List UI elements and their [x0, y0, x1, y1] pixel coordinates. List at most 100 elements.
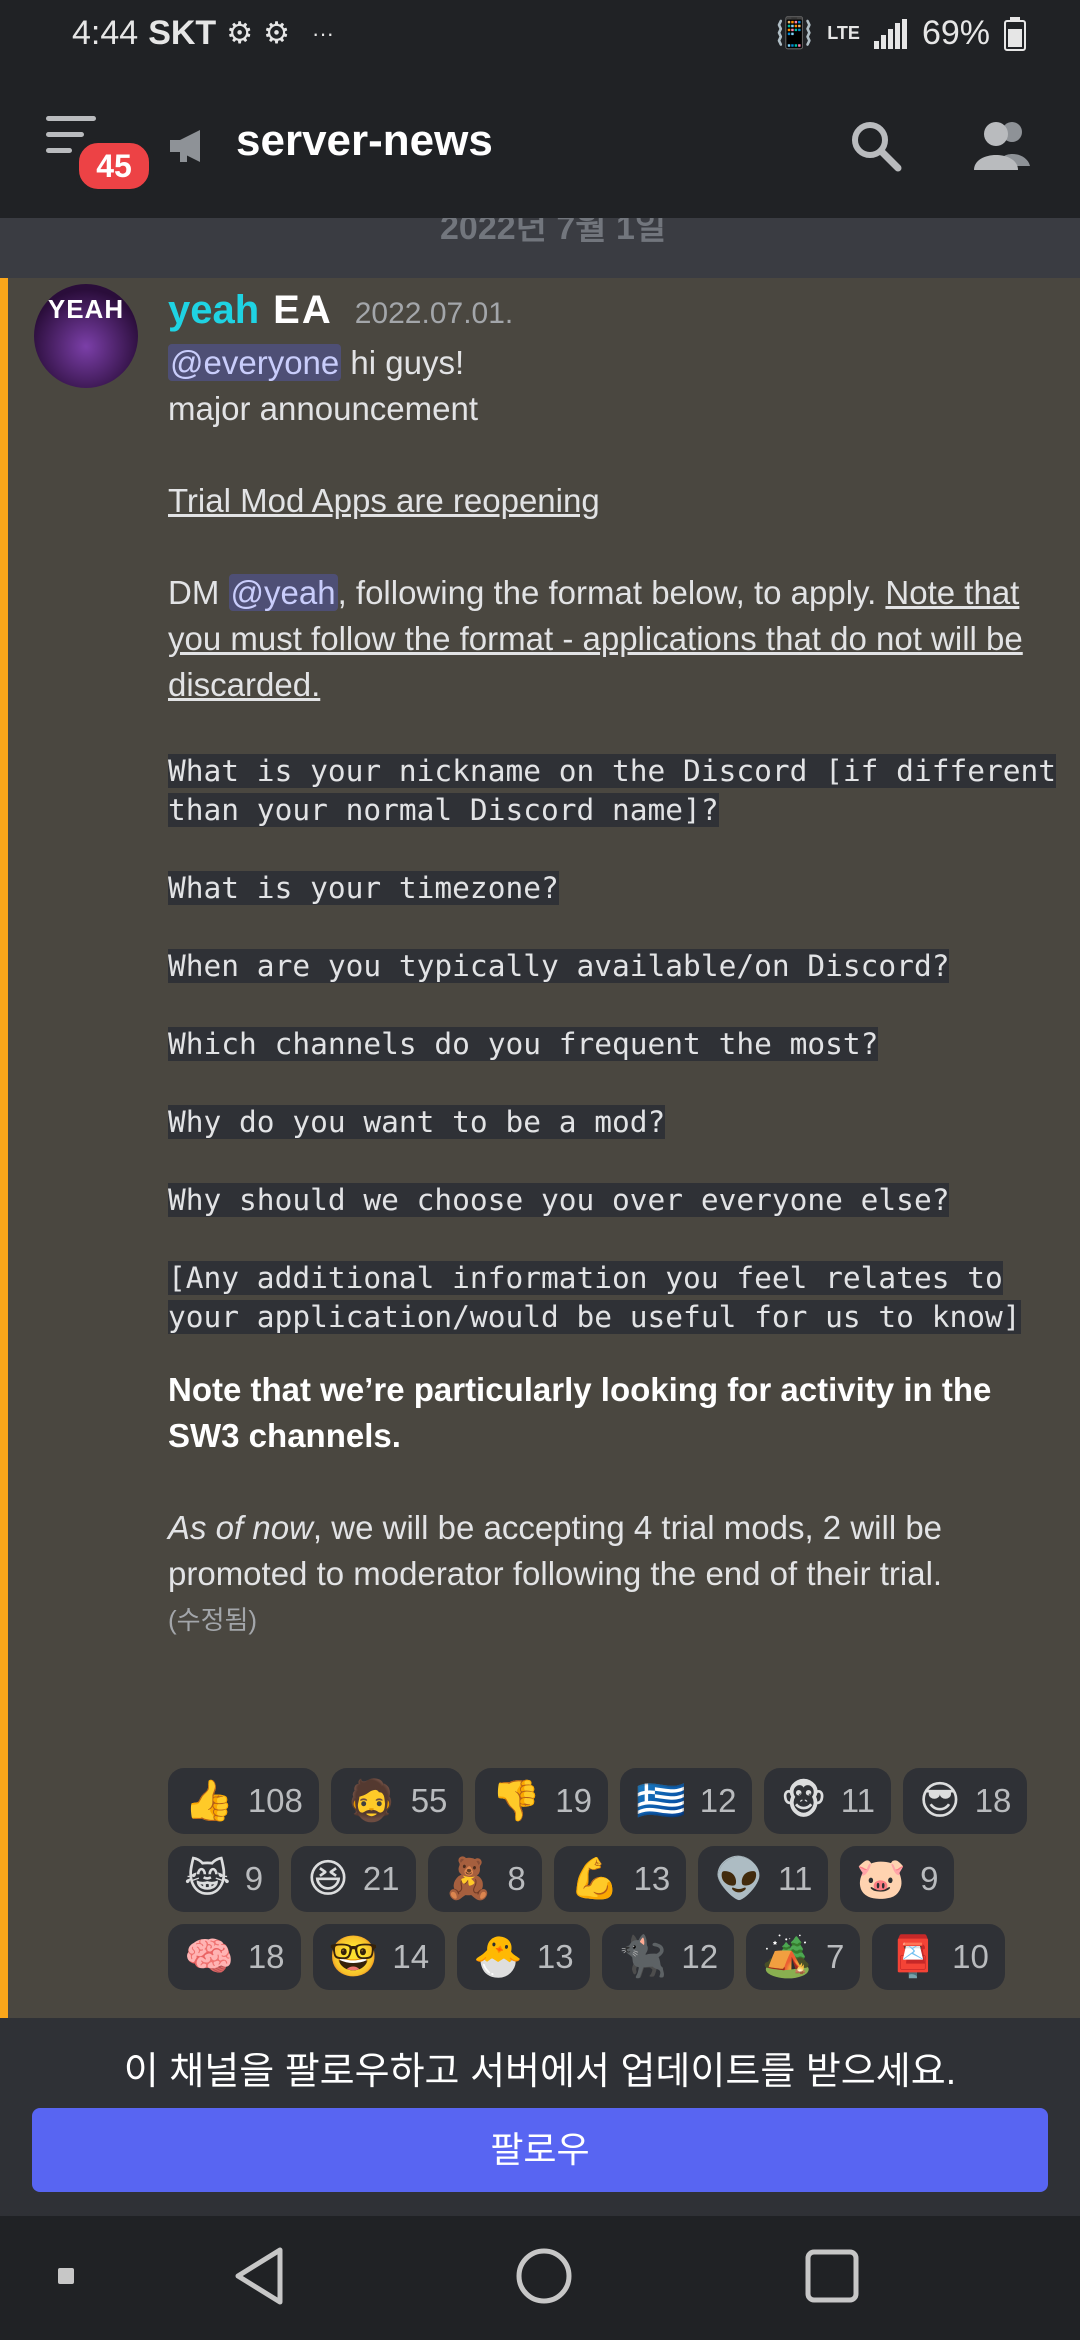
- channel-title[interactable]: server-news: [236, 116, 493, 166]
- reaction-count: 7: [825, 1938, 845, 1975]
- reaction-count: 11: [778, 1860, 813, 1897]
- reaction-count: 19: [555, 1782, 592, 1819]
- dm-instructions: DM @yeah, following the format below, to…: [168, 570, 1058, 708]
- reaction-emoji: 🐷: [856, 1857, 907, 1901]
- question-code-block: What is your nickname on the Discord [if…: [168, 752, 1058, 1337]
- reaction-row: 😹 9 😆 21 🧸 8 💪 13 👽 11 🐷 9: [168, 1846, 1068, 1912]
- reaction-emoji: 📮: [888, 1935, 939, 1979]
- announcement-heading: Trial Mod Apps are reopening: [168, 482, 600, 519]
- app-header: 45 server-news: [0, 68, 1080, 218]
- date-divider: 2022년 7월 1일: [0, 218, 1080, 278]
- reaction-count: 18: [974, 1782, 1012, 1819]
- reaction[interactable]: 💪 13: [553, 1846, 687, 1912]
- closing-lead: As of now: [168, 1509, 313, 1546]
- reaction[interactable]: 🧸 8: [427, 1846, 542, 1912]
- reaction-emoji: 👍: [184, 1779, 234, 1823]
- greeting-text: hi guys!: [341, 344, 465, 381]
- reaction-row: 👍 108 🧔 55 👎 19 🇬🇷 12 🐵 11 😎 18: [168, 1768, 1068, 1834]
- message-header: yeah EA 2022.07.01.: [168, 288, 513, 333]
- reaction-count: 21: [362, 1860, 400, 1897]
- reaction-emoji: 👎: [491, 1779, 542, 1823]
- reaction[interactable]: 👎 19: [475, 1768, 608, 1834]
- reaction-count: 10: [952, 1938, 989, 1975]
- follow-prompt: 이 채널을 팔로우하고 서버에서 업데이트를 받으세요.: [123, 2051, 957, 2093]
- search-icon[interactable]: [848, 118, 904, 174]
- reaction-count: 12: [699, 1782, 737, 1819]
- everyone-mention[interactable]: @everyone: [168, 344, 342, 381]
- user-mention[interactable]: @yeah: [228, 574, 338, 611]
- dm-text: , following the format below, to apply.: [337, 574, 886, 611]
- reaction[interactable]: 🐈‍⬛ 12: [601, 1924, 735, 1990]
- edited-label: (수정됨): [168, 1605, 258, 1635]
- question-line: Why should we choose you over everyone e…: [168, 1183, 950, 1217]
- question-line: What is your nickname on the Discord [if…: [168, 754, 1057, 827]
- reaction[interactable]: 🧠 18: [168, 1924, 301, 1990]
- reaction-emoji: 🐣: [473, 1935, 523, 1979]
- vibrate-icon: 📳: [775, 17, 814, 50]
- question-line: Why do you want to be a mod?: [168, 1105, 666, 1139]
- reaction-count: 11: [840, 1782, 875, 1819]
- nav-dot-icon: [58, 2268, 74, 2284]
- author-name[interactable]: yeah: [168, 288, 259, 333]
- reaction[interactable]: 📮 10: [872, 1924, 1005, 1990]
- question-line: When are you typically available/on Disc…: [168, 949, 950, 983]
- system-nav-bar: [0, 2216, 1080, 2340]
- reaction[interactable]: 😹 9: [168, 1846, 280, 1912]
- reactions: 👍 108 🧔 55 👎 19 🇬🇷 12 🐵 11 😎 18 😹 9 😆 21 🧸 8 💪 13 …: [168, 1768, 1068, 2002]
- reaction-emoji: 🧔: [346, 1779, 397, 1823]
- lte-icon: LTE: [827, 23, 860, 43]
- reaction[interactable]: 😎 18: [902, 1768, 1028, 1834]
- reaction-emoji: 🧠: [184, 1935, 234, 1979]
- recents-icon[interactable]: [804, 2248, 860, 2304]
- clock: 4:44: [72, 14, 139, 52]
- question-line: [Any additional information you feel rel…: [168, 1261, 1021, 1334]
- sync-icon: ⚙: [226, 17, 254, 50]
- reaction-emoji: 👽: [714, 1857, 765, 1901]
- reaction[interactable]: 🐵 11: [764, 1768, 891, 1834]
- message-line-2: major announcement: [168, 390, 479, 427]
- reaction-count: 12: [681, 1938, 719, 1975]
- reaction[interactable]: 🏕️ 7: [746, 1924, 861, 1990]
- reaction-count: 9: [920, 1860, 939, 1897]
- follow-button[interactable]: 팔로우: [32, 2108, 1048, 2192]
- reaction-count: 8: [507, 1860, 526, 1897]
- question-line: What is your timezone?: [168, 871, 559, 905]
- timestamp: 2022.07.01.: [354, 297, 514, 330]
- sw3-note: Note that we’re particularly looking for…: [168, 1371, 992, 1454]
- date-divider-label: 2022년 7월 1일: [440, 218, 667, 247]
- author-tag: EA: [273, 288, 333, 332]
- reaction-emoji: 💪: [569, 1857, 620, 1901]
- question-line: Which channels do you frequent the most?: [168, 1027, 879, 1061]
- avatar[interactable]: YEAH: [34, 284, 138, 388]
- reaction[interactable]: 🐷 9: [840, 1846, 955, 1912]
- message-line-1: @everyone hi guys!: [168, 340, 1058, 386]
- reaction[interactable]: 🧔 55: [330, 1768, 464, 1834]
- announcement-channel-icon: [170, 130, 200, 162]
- reaction[interactable]: 👽 11: [698, 1846, 829, 1912]
- avatar-text: YEAH: [47, 294, 125, 324]
- message-body: @everyone hi guys! major announcement Tr…: [168, 340, 1058, 1643]
- reaction-emoji: 🧸: [443, 1857, 494, 1901]
- reaction-emoji: 😹: [184, 1857, 231, 1901]
- reaction-emoji: 😆: [307, 1857, 349, 1901]
- reaction-emoji: 🏕️: [762, 1935, 812, 1979]
- reaction[interactable]: 🐣 13: [457, 1924, 590, 1990]
- home-icon[interactable]: [514, 2246, 574, 2306]
- members-icon[interactable]: [972, 116, 1034, 172]
- battery-percent: 69%: [921, 14, 990, 52]
- reaction-count: 9: [244, 1860, 264, 1897]
- reaction-emoji: 🇬🇷: [635, 1779, 686, 1823]
- reaction-emoji: 🤓: [328, 1935, 379, 1979]
- carrier: SKT: [148, 14, 217, 52]
- reaction-emoji: 🐵: [780, 1779, 827, 1823]
- reaction-count: 108: [247, 1782, 303, 1819]
- reaction[interactable]: 🤓 14: [312, 1924, 446, 1990]
- sync-icon-2: ⚙: [263, 17, 290, 50]
- status-bar: 4:44 SKT ⚙ ⚙ ··· 📳 LTE 69%: [0, 0, 1080, 68]
- reaction[interactable]: 😆 21: [291, 1846, 416, 1912]
- message[interactable]: YEAH yeah EA 2022.07.01. @everyone hi gu…: [0, 278, 1080, 2018]
- reaction[interactable]: 👍 108: [168, 1768, 319, 1834]
- reaction[interactable]: 🇬🇷 12: [619, 1768, 753, 1834]
- reaction-count: 14: [392, 1938, 430, 1975]
- back-icon[interactable]: [232, 2246, 286, 2306]
